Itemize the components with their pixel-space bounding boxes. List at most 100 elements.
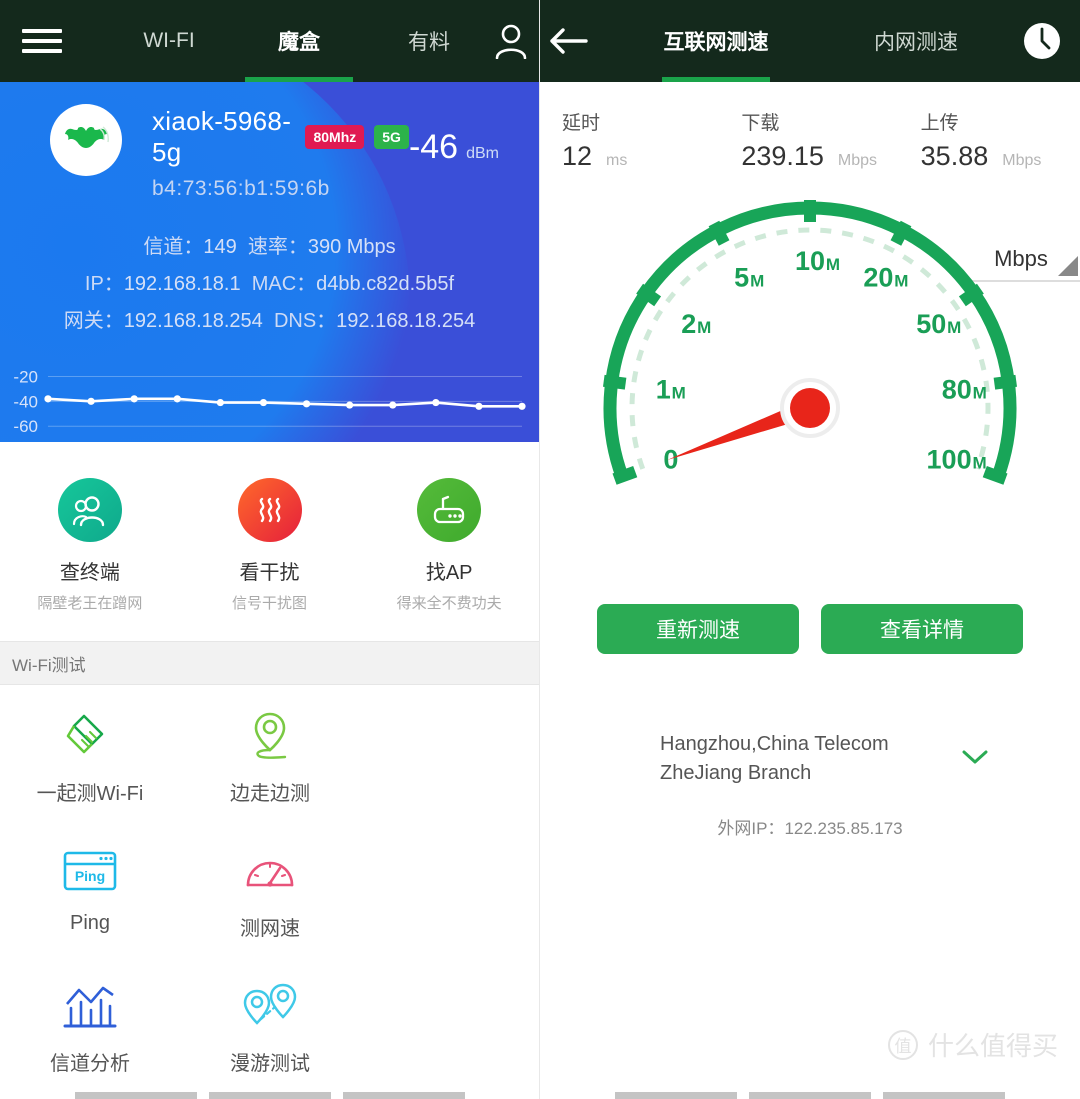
- tab-internet-speedtest[interactable]: 互联网测速: [616, 0, 816, 82]
- quick-action-title: 找AP: [425, 562, 473, 584]
- system-navigation-bar-left: [0, 1089, 539, 1099]
- hamburger-icon[interactable]: [22, 29, 62, 53]
- svg-text:20: 20: [863, 263, 893, 293]
- svg-text:-20: -20: [13, 367, 38, 386]
- section-header-wifi-test: Wi-Fi测试: [0, 641, 539, 685]
- wan-ip-row: 外网IP：122.235.85.173: [540, 814, 1080, 839]
- right-appbar: 互联网测速 内网测速: [540, 0, 1080, 82]
- stat-value: 12: [562, 141, 593, 171]
- ip-label: IP：: [84, 273, 124, 295]
- speedometer-icon: [243, 842, 297, 900]
- interference-waves-icon: [237, 478, 302, 542]
- stat-latency: 延时 12 ms: [540, 108, 721, 172]
- tool-ping[interactable]: Ping Ping: [0, 820, 180, 955]
- back-arrow-icon[interactable]: [540, 27, 596, 55]
- watermark-mark: 值: [887, 1029, 918, 1060]
- stat-value: 239.15: [741, 141, 824, 171]
- dual-panel-screenshot: WI-FI 魔盒 有料 xiaok-5968-5g 80Mhz 5G b4:73…: [0, 0, 1080, 1099]
- nav-pill[interactable]: [883, 1092, 1005, 1099]
- walk-pin-icon: [245, 707, 295, 765]
- tool-measure-wifi-together[interactable]: 一起测Wi-Fi: [0, 685, 180, 820]
- stat-download: 下载 239.15 Mbps: [721, 108, 900, 172]
- meta-ip-mac: IP：192.168.18.1 MAC：d4bb.c82d.5b5f: [0, 266, 539, 303]
- stat-label: 延时: [562, 113, 601, 134]
- tool-label: 测网速: [240, 918, 300, 940]
- quick-action-sub: 隔壁老王在蹭网: [37, 595, 143, 612]
- nav-pill[interactable]: [343, 1092, 465, 1099]
- stat-upload: 上传 35.88 Mbps: [901, 108, 1080, 172]
- watermark: 值 什么值得买: [887, 1026, 1058, 1063]
- roaming-pins-icon: [241, 977, 299, 1035]
- rate-value: 390 Mbps: [307, 236, 396, 258]
- isp-row[interactable]: Hangzhou,China Telecom ZheJiang Branch: [540, 730, 1080, 788]
- speedtest-action-buttons: 重新测速 查看详情: [540, 604, 1080, 654]
- tool-label: 漫游测试: [230, 1053, 310, 1075]
- wifi-identity: xiaok-5968-5g 80Mhz 5G b4:73:56:b1:59:6b: [152, 104, 409, 201]
- wifi-test-tool-grid: 一起测Wi-Fi 边走边测 Ping Ping 测网速 信道分析 漫游测试: [0, 685, 539, 1099]
- chevron-down-icon[interactable]: [960, 747, 990, 772]
- right-nav-tabs: 互联网测速 内网测速: [596, 0, 1016, 82]
- dns-label: DNS：: [273, 310, 337, 332]
- nav-pill[interactable]: [749, 1092, 871, 1099]
- quick-action-interference[interactable]: 看干扰 信号干扰图: [180, 478, 360, 613]
- svg-text:10: 10: [795, 246, 825, 276]
- rssi-display: -46 dBm: [409, 104, 539, 167]
- tab-youliao[interactable]: 有料: [364, 0, 494, 82]
- bar-chart-icon: [62, 977, 118, 1035]
- quick-action-sub: 得来全不费功夫: [396, 595, 502, 612]
- stat-value: 35.88: [920, 141, 989, 171]
- quick-action-title: 看干扰: [239, 562, 300, 584]
- svg-text:5: 5: [734, 263, 749, 293]
- stat-label: 上传: [920, 113, 959, 134]
- dns-value: 192.168.18.254: [336, 310, 476, 332]
- svg-text:2: 2: [681, 309, 696, 339]
- tab-wifi[interactable]: WI-FI: [104, 0, 234, 82]
- handshake-wifi-icon: [62, 707, 118, 765]
- nav-pill[interactable]: [75, 1092, 197, 1099]
- band-badge: 5G: [374, 125, 409, 149]
- rssi-value: -46: [408, 128, 459, 166]
- svg-text:0: 0: [663, 445, 678, 475]
- wifi-hero-card: xiaok-5968-5g 80Mhz 5G b4:73:56:b1:59:6b…: [0, 82, 539, 442]
- quick-action-find-ap[interactable]: 找AP 得来全不费功夫: [359, 478, 539, 613]
- svg-text:M: M: [972, 454, 986, 473]
- svg-text:M: M: [894, 272, 908, 291]
- rate-label: 速率：: [247, 236, 308, 258]
- meta-gateway-dns: 网关：192.168.18.254 DNS：192.168.18.254: [0, 303, 539, 340]
- bandwidth-badge: 80Mhz: [305, 125, 365, 149]
- quick-action-title: 查终端: [59, 562, 120, 584]
- svg-text:M: M: [973, 384, 987, 403]
- quick-action-sub: 信号干扰图: [232, 595, 308, 612]
- wan-ip-label: 外网IP：: [717, 819, 785, 838]
- svg-text:M: M: [826, 255, 840, 274]
- users-icon: [57, 478, 122, 542]
- tool-channel-analysis[interactable]: 信道分析: [0, 955, 180, 1090]
- view-details-button[interactable]: 查看详情: [821, 604, 1023, 654]
- quick-action-check-clients[interactable]: 查终端 隔壁老王在蹭网: [0, 478, 180, 613]
- nav-pill[interactable]: [209, 1092, 331, 1099]
- nav-pill[interactable]: [615, 1092, 737, 1099]
- rssi-history-chart: -20-40-60-80-100: [0, 356, 539, 442]
- wan-ip-value: 122.235.85.173: [784, 819, 903, 838]
- svg-text:M: M: [697, 318, 711, 337]
- person-icon[interactable]: [494, 23, 528, 59]
- bat-logo-icon: [50, 104, 122, 176]
- tool-roaming-test[interactable]: 漫游测试: [180, 955, 360, 1090]
- svg-text:Ping: Ping: [75, 868, 105, 884]
- retest-button[interactable]: 重新测速: [597, 604, 799, 654]
- gateway-label: 网关：: [63, 310, 124, 332]
- speedtest-stats-row: 延时 12 ms 下载 239.15 Mbps 上传 35.88 Mbps: [540, 82, 1080, 172]
- left-appbar: WI-FI 魔盒 有料: [0, 0, 539, 82]
- svg-text:M: M: [750, 272, 764, 291]
- tool-speed-test[interactable]: 测网速: [180, 820, 360, 955]
- tool-label: 边走边测: [230, 783, 310, 805]
- tab-lan-speedtest[interactable]: 内网测速: [816, 0, 1016, 82]
- tool-walk-test[interactable]: 边走边测: [180, 685, 360, 820]
- right-panel-speedtest: 互联网测速 内网测速 延时 12 ms 下载 239.15 Mbps 上传 35…: [540, 0, 1080, 1099]
- svg-text:1: 1: [656, 375, 671, 405]
- channel-value: 149: [203, 236, 237, 258]
- clock-icon[interactable]: [1016, 20, 1068, 62]
- tab-magicbox[interactable]: 魔盒: [234, 0, 364, 82]
- tool-label: 一起测Wi-Fi: [36, 783, 144, 805]
- svg-text:-40: -40: [13, 392, 38, 411]
